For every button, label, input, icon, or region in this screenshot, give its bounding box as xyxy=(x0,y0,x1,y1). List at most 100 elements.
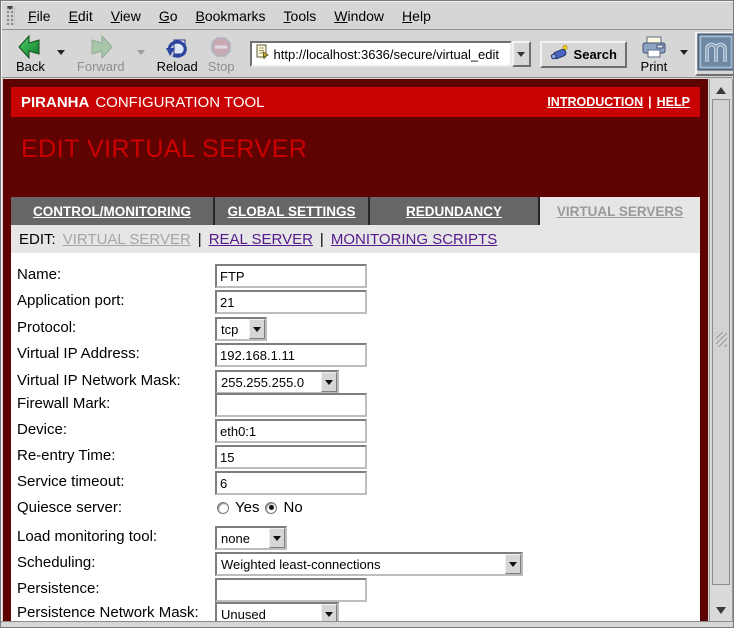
subnav-separator: | xyxy=(198,231,202,248)
forward-arrow-icon xyxy=(88,35,114,59)
tab-redundancy[interactable]: REDUNDANCY xyxy=(370,197,538,225)
scheduling-label: Scheduling: xyxy=(17,554,95,571)
print-button[interactable]: Print xyxy=(635,32,673,76)
url-dropdown-button[interactable] xyxy=(512,41,531,67)
forward-button-label: Forward xyxy=(77,59,125,74)
persistence-network-mask-value: Unused xyxy=(221,607,266,622)
device-input[interactable] xyxy=(215,419,367,443)
virtual-ip-address-input[interactable] xyxy=(215,343,367,367)
menu-item-window[interactable]: Window xyxy=(334,8,384,24)
scroll-up-button[interactable] xyxy=(710,80,732,98)
subnav-prefix: EDIT: xyxy=(19,231,56,248)
flashlight-search-icon xyxy=(550,44,570,64)
select-arrow-button[interactable] xyxy=(321,372,337,392)
back-button[interactable]: Back xyxy=(11,32,50,76)
service-timeout-input[interactable] xyxy=(215,471,367,495)
page-viewport: PIRANHA CONFIGURATION TOOL INTRODUCTION … xyxy=(3,79,708,621)
window-bottom-edge xyxy=(1,621,733,628)
chevron-down-icon xyxy=(517,52,525,61)
quiesce-server-radio-group: Yes No xyxy=(217,499,303,516)
select-arrow-button[interactable] xyxy=(505,554,521,574)
select-arrow-button[interactable] xyxy=(321,604,337,621)
persistence-network-mask-select[interactable]: Unused xyxy=(215,602,339,621)
scrollbar-thumb[interactable] xyxy=(712,99,730,585)
menu-item-bookmarks[interactable]: Bookmarks xyxy=(196,8,266,24)
print-button-label: Print xyxy=(641,59,668,74)
url-input[interactable] xyxy=(274,47,507,62)
brand-name: PIRANHA xyxy=(21,94,89,111)
persistence-input[interactable] xyxy=(215,578,367,602)
chevron-down-icon xyxy=(253,327,261,336)
arrow-up-icon xyxy=(716,82,726,94)
help-link[interactable]: HELP xyxy=(657,95,690,109)
printer-icon xyxy=(640,35,668,59)
name-input[interactable] xyxy=(215,264,367,288)
subnav-link-real-server[interactable]: REAL SERVER xyxy=(209,231,313,248)
subnav-link-monitoring-scripts[interactable]: MONITORING SCRIPTS xyxy=(331,231,497,248)
reload-icon xyxy=(165,35,189,59)
thumb-grip-icon xyxy=(716,332,727,347)
scroll-down-button[interactable] xyxy=(710,602,732,620)
menu-item-edit[interactable]: Edit xyxy=(69,8,93,24)
url-bar xyxy=(250,41,531,67)
chevron-down-icon xyxy=(273,536,281,545)
tab-virtual-servers[interactable]: VIRTUAL SERVERS xyxy=(540,197,700,225)
protocol-select[interactable]: tcp xyxy=(215,317,267,341)
vertical-scrollbar[interactable] xyxy=(709,79,733,621)
back-arrow-icon xyxy=(17,35,43,59)
arrow-down-icon xyxy=(716,607,726,619)
virtual-ip-address-label: Virtual IP Address: xyxy=(17,345,140,362)
menubar-grip-handle[interactable] xyxy=(6,6,15,25)
header-link-separator: | xyxy=(648,95,652,109)
chevron-down-icon xyxy=(325,380,333,389)
menu-item-file[interactable]: File xyxy=(28,8,51,24)
scheduling-select[interactable]: Weighted least-connections xyxy=(215,552,523,576)
re-entry-time-input[interactable] xyxy=(215,445,367,469)
bookmark-page-icon xyxy=(255,44,270,64)
device-label: Device: xyxy=(17,421,67,438)
select-arrow-button[interactable] xyxy=(269,528,285,548)
mozilla-logo-icon xyxy=(697,33,734,76)
application-port-input[interactable] xyxy=(215,290,367,314)
virtual-ip-network-mask-select[interactable]: 255.255.255.0 xyxy=(215,370,339,394)
quiesce-yes-label: Yes xyxy=(235,499,259,516)
page-title: EDIT VIRTUAL SERVER xyxy=(21,135,307,164)
forward-button[interactable]: Forward xyxy=(72,32,130,76)
forward-history-dropdown-icon[interactable] xyxy=(137,50,145,59)
firewall-mark-input[interactable] xyxy=(215,393,367,417)
edit-subnav: EDIT: VIRTUAL SERVER | REAL SERVER | MON… xyxy=(11,225,700,253)
tab-global-settings[interactable]: GLOBAL SETTINGS xyxy=(215,197,368,225)
menu-item-help[interactable]: Help xyxy=(402,8,431,24)
quiesce-yes-radio[interactable] xyxy=(217,502,229,514)
stop-button[interactable]: Stop xyxy=(203,32,240,76)
firewall-mark-label: Firewall Mark: xyxy=(17,395,110,412)
load-monitoring-tool-select[interactable]: none xyxy=(215,526,287,550)
virtual-ip-network-mask-label: Virtual IP Network Mask: xyxy=(17,372,181,389)
back-history-dropdown-icon[interactable] xyxy=(57,50,65,59)
print-dropdown-icon[interactable] xyxy=(680,50,688,59)
grip-collapse-icon xyxy=(7,6,13,10)
menu-item-view[interactable]: View xyxy=(111,8,141,24)
tab-control-monitoring[interactable]: CONTROL/MONITORING xyxy=(11,197,213,225)
stop-button-label: Stop xyxy=(208,59,235,74)
search-button-label: Search xyxy=(574,47,617,62)
mozilla-logo-button[interactable] xyxy=(695,32,734,76)
url-field[interactable] xyxy=(250,41,512,67)
reload-button[interactable]: Reload xyxy=(152,32,203,76)
name-label: Name: xyxy=(17,266,61,283)
search-button[interactable]: Search xyxy=(540,41,627,68)
print-group: Print xyxy=(635,32,695,76)
chevron-down-icon xyxy=(325,612,333,621)
protocol-select-value: tcp xyxy=(221,322,238,337)
load-monitoring-tool-value: none xyxy=(221,531,250,546)
menu-item-go[interactable]: Go xyxy=(159,8,178,24)
service-timeout-label: Service timeout: xyxy=(17,473,125,490)
re-entry-time-label: Re-entry Time: xyxy=(17,447,115,464)
quiesce-no-radio[interactable] xyxy=(265,502,277,514)
virtual-server-form: Name: Application port: Protocol: tcp Vi… xyxy=(11,253,700,621)
subnav-link-virtual-server[interactable]: VIRTUAL SERVER xyxy=(63,231,191,248)
select-arrow-button[interactable] xyxy=(249,319,265,339)
menu-item-tools[interactable]: Tools xyxy=(284,8,317,24)
stop-icon xyxy=(210,35,232,59)
introduction-link[interactable]: INTRODUCTION xyxy=(547,95,643,109)
